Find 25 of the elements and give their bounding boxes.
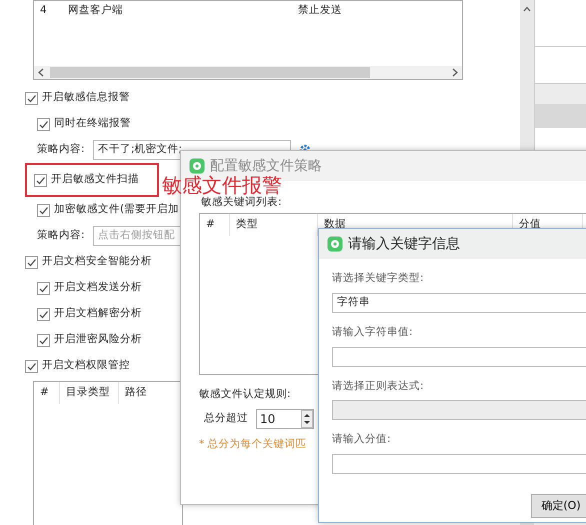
checkbox-label: 开启文档发送分析 [54,280,142,296]
checkbox-label: 加密敏感文件(需要开启加 [54,202,180,218]
field-label: 策略内容: [37,142,86,158]
list-label: 敏感关键词列表: [201,195,283,210]
field-label: 请输入分值: [332,432,391,448]
field-label: 请输入字符串值: [332,324,413,340]
checkbox-label: 开启泄密风险分析 [54,332,142,348]
checkbox-label: 开启文档权限管控 [42,358,130,374]
annotation-text: 敏感文件报警 [162,172,282,197]
field-label: 请选择关键字类型: [332,271,424,286]
list-cell-text: 4 [40,3,48,18]
field-label: 策略内容: [37,228,86,244]
list-cell-text: 禁止发送 [298,3,342,18]
rule-label: 敏感文件认定规则: [199,386,291,402]
checkbox-label: 开启文档安全智能分析 [42,254,152,270]
checkbox-label: 开启敏感文件扫描 [51,172,139,188]
checkbox-label: 开启敏感信息报警 [42,90,130,106]
list-cell-text: 网盘客户端 [68,3,124,18]
score-label: 总分超过 [204,410,248,426]
dialog-title: 请输入关键字信息 [348,234,460,254]
checkbox-label: 开启文档解密分析 [54,306,142,322]
checkbox-label: 同时在终端报警 [54,116,131,132]
hint-text: * 总分为每个关键词匹 [199,436,307,452]
field-label: 请选择正则表达式: [332,378,424,394]
dialog-title: 配置敏感文件策略 [210,156,322,175]
